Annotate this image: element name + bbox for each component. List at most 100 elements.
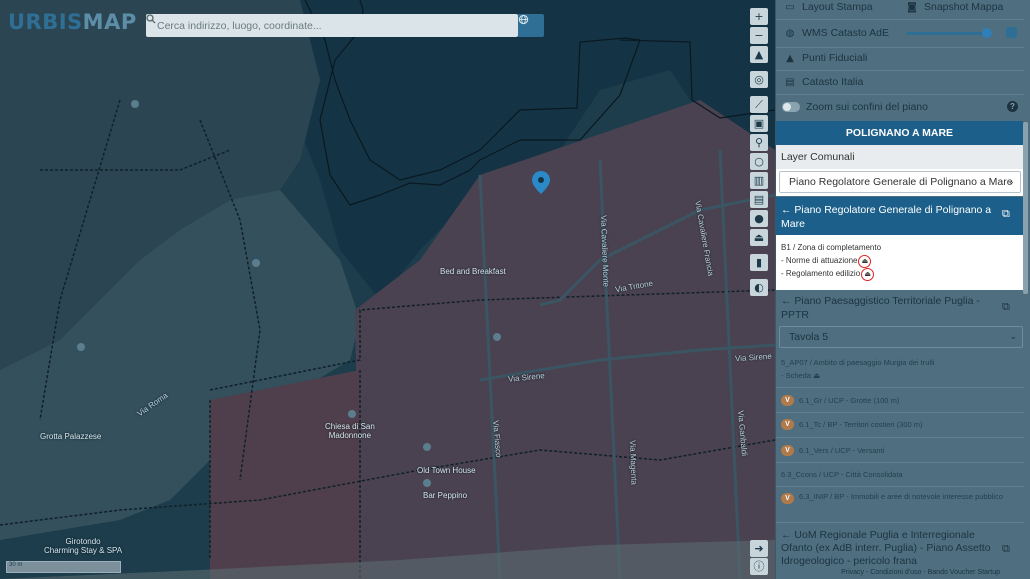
vincolo-row[interactable]: V 6.3_INIP / BP - Immobili e aree di note… (776, 491, 1024, 517)
zoom-confini-toggle[interactable] (782, 101, 800, 112)
globe-icon: ◐ (754, 281, 764, 294)
layer-select-value: Piano Regolatore Generale di Polignano a… (789, 176, 1013, 188)
vincolo-badge: V (781, 444, 794, 456)
norme-link[interactable]: - Norme di attuazione (781, 255, 857, 268)
search-input[interactable] (157, 19, 487, 32)
prg-details: B1 / Zona di completamento - Norme di at… (776, 235, 1023, 290)
globe-icon: ◍ (785, 27, 795, 39)
opacity-slider-handle[interactable] (982, 28, 992, 38)
vincolo-row[interactable]: V 6.1_Vers / UCP - Versanti (776, 443, 1024, 457)
scheda-link[interactable]: - Scheda (781, 371, 811, 380)
snapshot-mappa-item[interactable]: ◙ Snapshot Mappa (906, 0, 1016, 14)
map-label: Bar Peppino (423, 491, 468, 500)
download-icon[interactable]: ⏏ (858, 254, 872, 268)
tavola-select-value: Tavola 5 (789, 331, 829, 343)
opacity-slider-track[interactable] (906, 32, 988, 35)
info-button[interactable]: ⓘ (750, 558, 768, 575)
divider (776, 47, 1024, 48)
external-link-icon[interactable]: ⧉ (1002, 300, 1010, 314)
zoom-in-button[interactable]: + (750, 8, 768, 25)
catasto-italia-item[interactable]: ▤ Catasto Italia (776, 74, 1024, 90)
delete-drawing-button[interactable]: ▥ (750, 172, 768, 189)
measure-area-button[interactable]: ▣ (750, 115, 768, 132)
vincolo-text: 6.3_INIP / BP - Immobili e aree di notev… (799, 492, 1004, 501)
divider (776, 522, 1024, 523)
map-canvas[interactable]: URBISMAP + − ▲ ◎ ⟋ ▣ ⚲ ○ ▥ ▤ ● ⏏ ▮ ◐ ➜ ⓘ… (0, 0, 775, 579)
zoom-confini-label: Zoom sui confini del piano (806, 100, 928, 113)
map-label: Girotondo Charming Stay & SPA (44, 537, 123, 555)
search-options-button[interactable] (518, 14, 544, 37)
vincolo-row[interactable]: V 6.1_Gr / UCP - Grotte (100 m) (776, 393, 1024, 407)
bookmark-button[interactable]: ▮ (750, 254, 768, 271)
help-icon[interactable]: ? (1007, 101, 1018, 112)
side-panel: ▭ Layout Stampa ◙ Snapshot Mappa ◍ WMS Cata… (775, 0, 1030, 579)
divider (776, 70, 1024, 71)
measure-line-button[interactable]: ⟋ (750, 96, 768, 113)
regolamento-link[interactable]: - Regolamento edilizio (781, 268, 860, 281)
book-icon: ▤ (785, 76, 795, 88)
scheda-row: - Scheda ⏏ (781, 369, 1021, 382)
download-icon[interactable]: ⏏ (861, 267, 875, 281)
vincolo-row[interactable]: 6.3_Ccons / UCP - Città Consolidata (776, 467, 1024, 481)
layer-select-wrap: Piano Regolatore Generale di Polignano a… (776, 169, 1023, 196)
map-pin-icon: ⚲ (754, 136, 764, 149)
vincolo-badge: V (781, 493, 794, 504)
arrow-right-icon: ➜ (754, 542, 764, 555)
panel-scrollbar[interactable] (1023, 122, 1028, 294)
punti-fiduciali-item[interactable]: ▲ Punti Fiduciali (776, 50, 1024, 66)
download-icon[interactable]: ⏏ (813, 371, 820, 380)
external-link-icon[interactable]: ⧉ (1002, 207, 1010, 221)
zoom-out-button[interactable]: − (750, 27, 768, 44)
draw-marker-button[interactable]: ⚲ (750, 134, 768, 151)
map-scale: 30 m (6, 561, 121, 573)
vincolo-badge: V (781, 394, 794, 406)
regolamento-row: - Regolamento edilizio ⏏ (781, 267, 1018, 281)
zoom-confini-toggle-row[interactable]: Zoom sui confini del piano (776, 99, 1024, 114)
reset-north-button[interactable]: ▲ (750, 46, 768, 63)
external-link-icon[interactable]: ⧉ (1002, 542, 1010, 556)
catasto-italia-label: Catasto Italia (802, 76, 864, 88)
plus-icon: + (754, 10, 764, 23)
app-root: URBISMAP + − ▲ ◎ ⟋ ▣ ⚲ ○ ▥ ▤ ● ⏏ ▮ ◐ ➜ ⓘ… (0, 0, 1030, 579)
vincolo-row[interactable]: V 6.1_Tc / BP - Territori costieri (300 m… (776, 417, 1024, 431)
urbismap-logo[interactable]: URBISMAP (8, 10, 137, 34)
archive-icon: ▤ (753, 193, 765, 206)
footer-links[interactable]: Privacy - Condizioni d'uso - Bando Vouch… (810, 569, 1000, 579)
uom-header[interactable]: ← UoM Regionale Puglia e Interregionale … (776, 527, 1023, 569)
search-bar (146, 14, 518, 37)
place-marker-button[interactable]: ● (750, 210, 768, 227)
divider (776, 462, 1024, 463)
upload-button[interactable]: ⏏ (750, 229, 768, 246)
layer-comunali-select[interactable]: Piano Regolatore Generale di Polignano a… (779, 171, 1021, 193)
wms-settings-button[interactable] (1006, 27, 1017, 38)
snapshot-mappa-label: Snapshot Mappa (924, 1, 1004, 13)
minus-icon: − (754, 29, 764, 42)
draw-circle-button[interactable]: ○ (750, 153, 768, 170)
pptr-header[interactable]: ← Piano Paesaggistico Territoriale Pugli… (776, 292, 1023, 322)
arrow-left-icon: ← (781, 204, 792, 216)
compass-icon: ▲ (754, 48, 764, 61)
norme-row: - Norme di attuazione ⏏ (781, 254, 1018, 268)
ambito-text: 5_AP07 / Ambito di paesaggio Murgia dei … (781, 358, 935, 367)
punti-fiduciali-label: Punti Fiduciali (802, 52, 868, 64)
arrow-left-icon: ← (781, 295, 792, 307)
basemap-button[interactable]: ◐ (750, 279, 768, 296)
ruler-icon: ⟋ (755, 98, 763, 111)
ambito-block: 5_AP07 / Ambito di paesaggio Murgia dei … (781, 356, 1021, 382)
logo-text-part1: URBIS (8, 10, 83, 34)
divider (776, 19, 1024, 20)
marker-icon: ● (754, 212, 764, 225)
tavola-select[interactable]: Tavola 5 ⌄ (779, 326, 1023, 348)
prg-header[interactable]: ← Piano Regolatore Generale di Polignano… (776, 197, 1023, 235)
divider (776, 437, 1024, 438)
camera-icon: ◙ (907, 1, 917, 13)
divider (776, 486, 1024, 487)
info-icon: ⓘ (753, 560, 765, 573)
collapse-panel-button[interactable]: ➜ (750, 540, 768, 557)
wms-catasto-label: WMS Catasto AdE (802, 27, 889, 39)
locate-button[interactable]: ◎ (750, 71, 768, 88)
divider (776, 412, 1024, 413)
upload-icon: ⏏ (753, 231, 765, 244)
layers-button[interactable]: ▤ (750, 191, 768, 208)
divider (776, 94, 1024, 95)
